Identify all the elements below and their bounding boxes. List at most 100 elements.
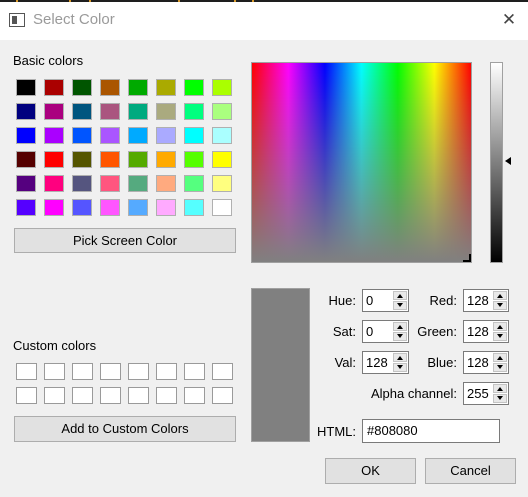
basic-color-swatch[interactable] [128, 79, 148, 96]
basic-colors-label: Basic colors [13, 53, 84, 68]
custom-color-slot[interactable] [100, 387, 121, 404]
red-value: 128 [467, 293, 489, 308]
basic-color-swatch[interactable] [156, 151, 176, 168]
basic-color-swatch[interactable] [16, 199, 36, 216]
cancel-button[interactable]: Cancel [425, 458, 516, 484]
basic-color-swatch[interactable] [100, 127, 120, 144]
basic-color-swatch[interactable] [212, 103, 232, 120]
blue-increment-arrow-icon[interactable] [493, 353, 507, 362]
basic-color-swatch[interactable] [156, 199, 176, 216]
basic-color-swatch[interactable] [184, 151, 204, 168]
red-label: Red: [429, 293, 457, 308]
basic-color-swatch[interactable] [128, 103, 148, 120]
basic-color-swatch[interactable] [100, 199, 120, 216]
custom-color-slot[interactable] [128, 387, 149, 404]
custom-color-slot[interactable] [184, 387, 205, 404]
title-bar: Select Color ✕ [0, 0, 528, 40]
pick-screen-color-button[interactable]: Pick Screen Color [14, 228, 236, 253]
basic-color-swatch[interactable] [16, 151, 36, 168]
custom-color-slot[interactable] [72, 387, 93, 404]
custom-color-slot[interactable] [16, 387, 37, 404]
basic-color-swatch[interactable] [212, 79, 232, 96]
custom-color-slot[interactable] [212, 363, 233, 380]
blue-decrement-arrow-icon[interactable] [493, 363, 507, 372]
basic-color-swatch[interactable] [100, 79, 120, 96]
basic-color-swatch[interactable] [44, 127, 64, 144]
luminance-slider[interactable] [490, 62, 503, 263]
basic-color-swatch[interactable] [72, 127, 92, 144]
alpha-spinbox[interactable]: 255 [463, 382, 509, 405]
green-spinbox[interactable]: 128 [463, 320, 509, 343]
basic-color-swatch[interactable] [184, 103, 204, 120]
basic-color-swatch[interactable] [184, 175, 204, 192]
hue-saturation-spectrum[interactable] [251, 62, 472, 263]
custom-color-slot[interactable] [128, 363, 149, 380]
basic-color-swatch[interactable] [44, 79, 64, 96]
alpha-decrement-arrow-icon[interactable] [493, 394, 507, 403]
basic-color-swatch[interactable] [212, 175, 232, 192]
custom-color-slot[interactable] [156, 387, 177, 404]
taskbar-strip [0, 0, 528, 2]
basic-color-swatch[interactable] [44, 103, 64, 120]
custom-color-slot[interactable] [212, 387, 233, 404]
green-increment-arrow-icon[interactable] [493, 322, 507, 331]
custom-color-slot[interactable] [100, 363, 121, 380]
red-decrement-arrow-icon[interactable] [493, 301, 507, 310]
basic-color-swatch[interactable] [44, 175, 64, 192]
basic-color-swatch[interactable] [128, 175, 148, 192]
basic-color-swatch[interactable] [72, 151, 92, 168]
basic-color-swatch[interactable] [184, 199, 204, 216]
hue-label: Hue: [328, 293, 356, 308]
basic-color-swatch[interactable] [100, 151, 120, 168]
sat-label: Sat: [332, 324, 356, 339]
basic-color-swatch[interactable] [44, 151, 64, 168]
alpha-label: Alpha channel: [370, 386, 457, 401]
custom-color-slot[interactable] [184, 363, 205, 380]
alpha-value: 255 [467, 386, 489, 401]
basic-color-swatch[interactable] [72, 199, 92, 216]
app-window-icon [9, 13, 25, 27]
custom-color-slot[interactable] [44, 363, 65, 380]
custom-color-slot[interactable] [72, 363, 93, 380]
red-spinbox[interactable]: 128 [463, 289, 509, 312]
basic-color-swatch[interactable] [16, 175, 36, 192]
basic-color-swatch[interactable] [156, 127, 176, 144]
add-to-custom-colors-button[interactable]: Add to Custom Colors [14, 416, 236, 442]
basic-color-swatch[interactable] [16, 127, 36, 144]
basic-color-swatch[interactable] [16, 79, 36, 96]
basic-color-swatch[interactable] [72, 103, 92, 120]
alpha-increment-arrow-icon[interactable] [493, 384, 507, 393]
basic-color-swatch[interactable] [212, 151, 232, 168]
custom-color-slot[interactable] [16, 363, 37, 380]
basic-color-swatch[interactable] [44, 199, 64, 216]
basic-color-swatch[interactable] [128, 151, 148, 168]
basic-color-swatch[interactable] [212, 127, 232, 144]
basic-color-swatch[interactable] [128, 127, 148, 144]
html-hex-input[interactable]: #808080 [362, 419, 500, 443]
custom-color-slot[interactable] [156, 363, 177, 380]
basic-color-swatch[interactable] [156, 103, 176, 120]
basic-color-swatch[interactable] [72, 79, 92, 96]
basic-color-swatch[interactable] [156, 175, 176, 192]
basic-color-swatch[interactable] [128, 199, 148, 216]
basic-color-swatch[interactable] [212, 199, 232, 216]
ok-button[interactable]: OK [325, 458, 416, 484]
basic-color-swatch[interactable] [100, 103, 120, 120]
basic-color-swatch[interactable] [184, 79, 204, 96]
window-title: Select Color [33, 11, 115, 28]
luminance-slider-arrow-icon[interactable] [505, 157, 511, 165]
spectrum-crosshair-marker[interactable] [463, 254, 471, 262]
basic-color-swatch[interactable] [16, 103, 36, 120]
basic-color-swatch[interactable] [100, 175, 120, 192]
basic-color-swatch[interactable] [72, 175, 92, 192]
html-label: HTML: [317, 424, 356, 439]
sat-value: 0 [366, 324, 374, 339]
red-increment-arrow-icon[interactable] [493, 291, 507, 300]
close-icon[interactable]: ✕ [496, 8, 522, 32]
green-decrement-arrow-icon[interactable] [493, 332, 507, 341]
blue-value: 128 [467, 355, 489, 370]
basic-color-swatch[interactable] [184, 127, 204, 144]
custom-color-slot[interactable] [44, 387, 65, 404]
blue-spinbox[interactable]: 128 [463, 351, 509, 374]
basic-color-swatch[interactable] [156, 79, 176, 96]
